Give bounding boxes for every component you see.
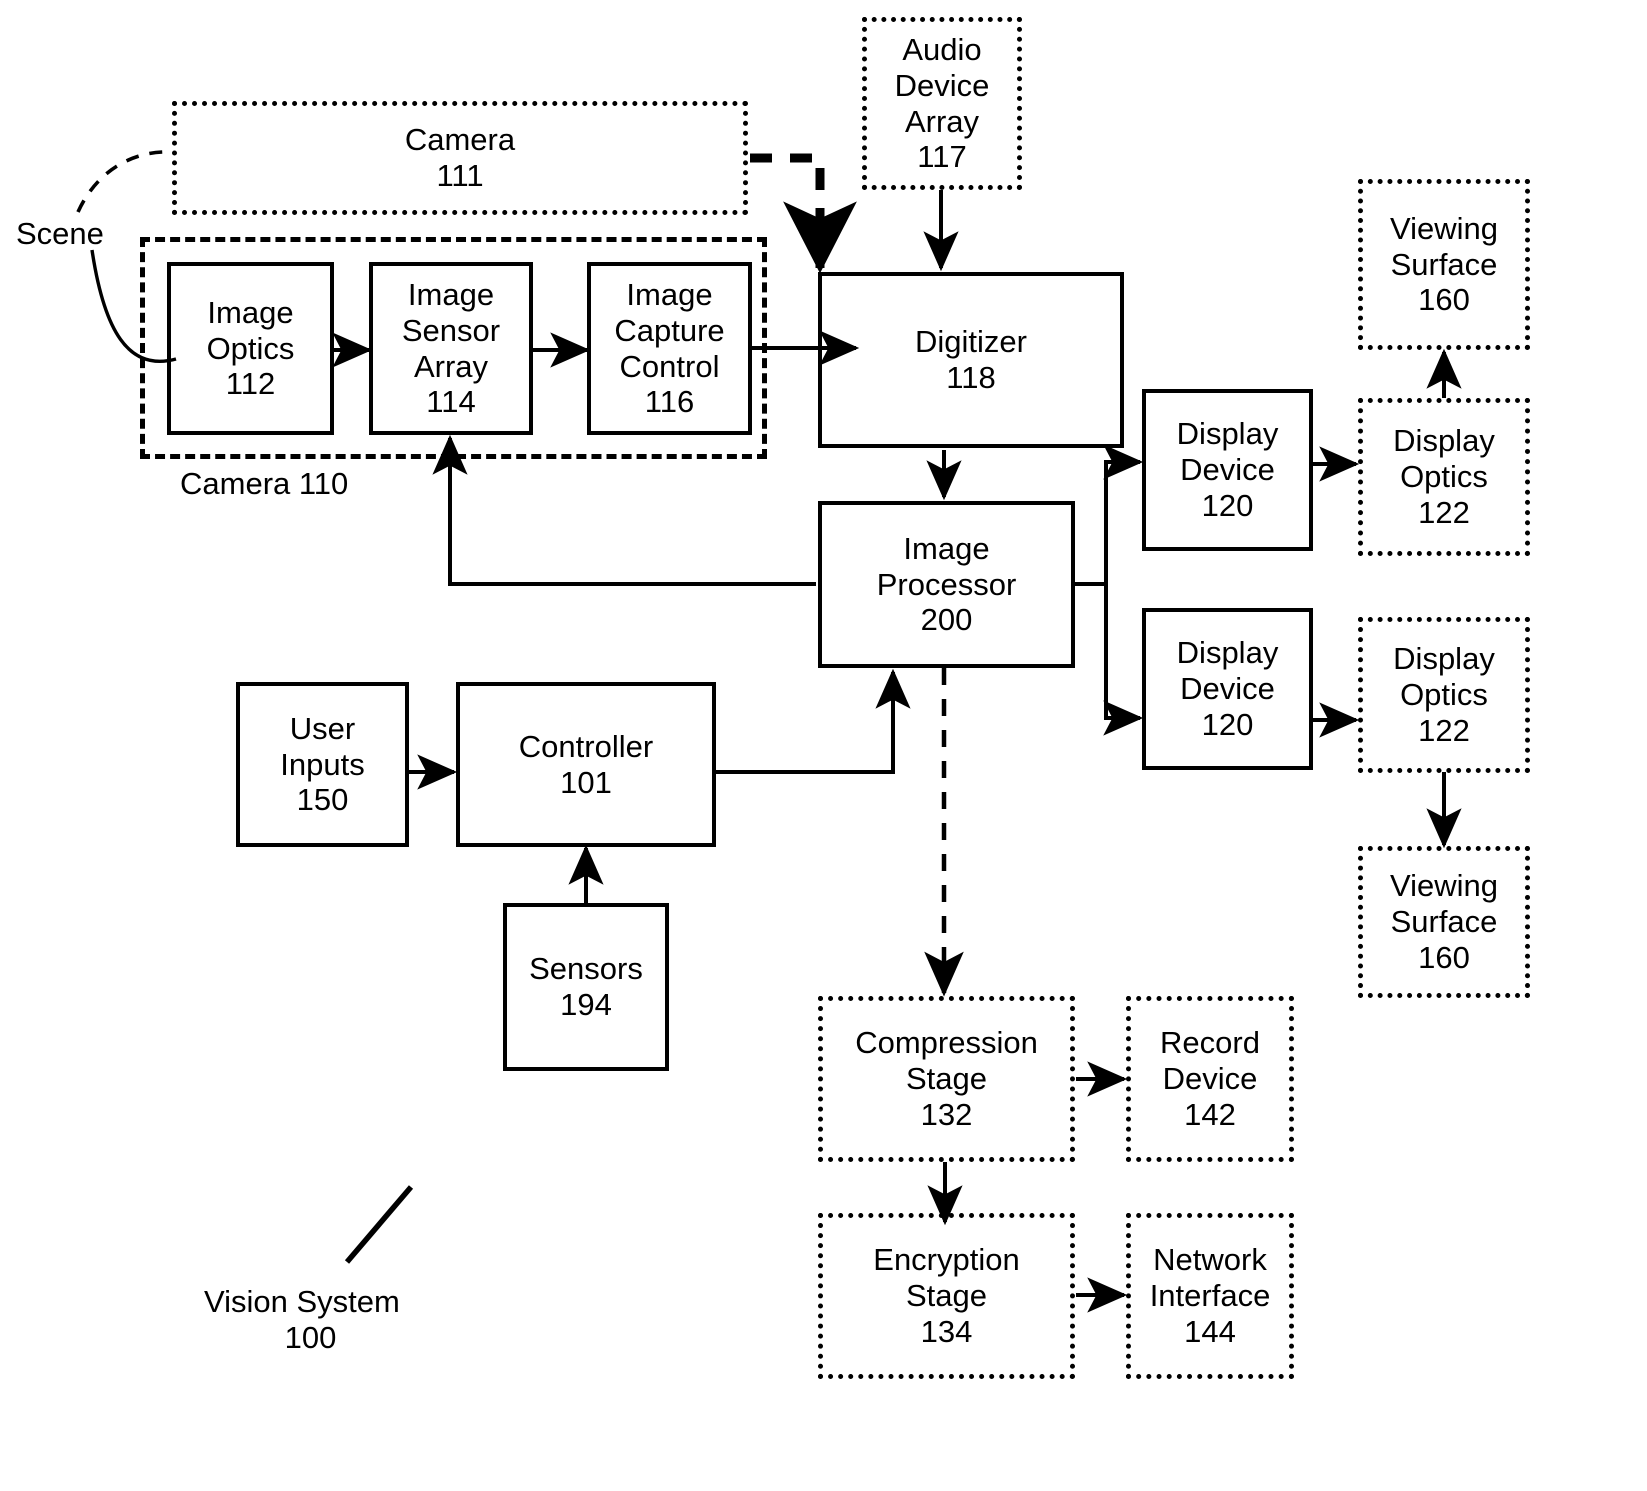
viewing-surface-top-line3: 160 [1418,282,1470,318]
sensors-194-line2: 194 [560,987,612,1022]
node-image-optics-112[interactable]: Image Optics 112 [167,262,334,435]
node-digitizer-118[interactable]: Digitizer 118 [818,272,1124,448]
node-record-device-142[interactable]: Record Device 142 [1126,996,1294,1162]
image-sensor-114-line1: Image [407,276,495,312]
display-device-bottom-line1: Display [1176,635,1279,671]
image-sensor-114-line3: Array [413,348,489,384]
node-compression-stage-132[interactable]: Compression Stage 132 [818,996,1075,1162]
image-optics-112-line2: Optics [206,330,295,366]
node-viewing-surface-160-bottom[interactable]: Viewing Surface 160 [1358,846,1530,998]
record-142-line1: Record [1160,1025,1260,1061]
node-display-device-120-bottom[interactable]: Display Device 120 [1142,608,1313,770]
camera-111-label-line2: 111 [436,158,484,193]
encryption-134-line3: 134 [920,1313,973,1349]
image-sensor-114-line2: Sensor [401,312,501,348]
controller-101-line1: Controller [518,728,654,764]
node-network-interface-144[interactable]: Network Interface 144 [1126,1213,1294,1379]
image-sensor-114-line4: 114 [426,384,476,420]
network-144-line3: 144 [1184,1313,1236,1349]
image-optics-112-line1: Image [207,294,294,330]
label-scene: Scene [16,216,104,251]
compression-132-line2: Stage [905,1061,987,1097]
vision-system-leader-line [344,1185,414,1264]
node-encryption-stage-134[interactable]: Encryption Stage 134 [818,1213,1075,1379]
record-142-line2: Device [1162,1061,1258,1097]
display-optics-bottom-line3: 122 [1418,712,1470,748]
wire-processor-to-display-device-top [1075,444,1144,586]
display-optics-top-line3: 122 [1418,494,1470,530]
node-controller-101[interactable]: Controller 101 [456,682,716,847]
viewing-surface-bottom-line1: Viewing [1389,868,1498,904]
encryption-134-line2: Stage [905,1278,987,1314]
node-sensors-194[interactable]: Sensors 194 [503,903,669,1071]
user-inputs-150-line2: Inputs [280,746,365,782]
display-device-bottom-line2: Device [1180,671,1275,707]
image-processor-200-line3: 200 [920,602,973,638]
controller-101-line2: 101 [560,764,612,800]
display-optics-top-line2: Optics [1400,459,1488,495]
user-inputs-150-line1: User [289,710,356,746]
network-144-line1: Network [1153,1242,1267,1278]
record-142-line3: 142 [1184,1096,1236,1132]
encryption-134-line1: Encryption [873,1242,1020,1278]
figure-canvas: Camera 111 Audio Device Array 117 Image … [0,0,1647,1491]
node-image-processor-200[interactable]: Image Processor 200 [818,501,1075,668]
display-device-top-line1: Display [1176,416,1279,452]
digitizer-118-line2: 118 [946,360,996,395]
image-optics-112-line3: 112 [225,366,276,402]
wire-controller-to-processor [716,668,911,774]
audio-117-line2: Device [894,67,990,103]
node-display-optics-122-top[interactable]: Display Optics 122 [1358,398,1530,556]
viewing-surface-top-line2: Surface [1390,246,1498,282]
image-processor-200-line2: Processor [876,566,1017,602]
node-user-inputs-150[interactable]: User Inputs 150 [236,682,409,847]
node-viewing-surface-160-top[interactable]: Viewing Surface 160 [1358,179,1530,350]
node-image-sensor-array-114[interactable]: Image Sensor Array 114 [369,262,533,435]
node-display-device-120-top[interactable]: Display Device 120 [1142,389,1313,551]
image-processor-200-line1: Image [903,530,990,566]
image-capture-116-line1: Image [626,276,713,312]
node-camera-111[interactable]: Camera 111 [172,101,748,215]
display-optics-bottom-line1: Display [1393,641,1495,677]
display-device-top-line2: Device [1180,452,1275,488]
wire-processor-to-sensor-feedback [432,434,816,586]
viewing-surface-bottom-line3: 160 [1418,939,1470,975]
wire-processor-to-display-device-bottom [1103,584,1144,736]
digitizer-118-line1: Digitizer [915,324,1027,360]
user-inputs-150-line3: 150 [296,782,349,818]
scene-to-camera111-leader [76,150,173,213]
label-camera-110-group: Camera 110 [180,466,349,501]
label-vision-system-line1: Vision System [204,1284,400,1319]
display-device-top-line3: 120 [1201,487,1254,523]
sensors-194-line1: Sensors [529,951,643,987]
image-capture-116-line2: Capture [614,312,725,348]
viewing-surface-bottom-line2: Surface [1390,904,1498,940]
image-capture-116-line3: Control [619,348,720,384]
label-vision-system-line2: 100 [284,1320,337,1355]
node-audio-device-array-117[interactable]: Audio Device Array 117 [862,17,1022,190]
display-optics-top-line1: Display [1393,423,1495,459]
audio-117-line1: Audio [902,31,982,67]
image-capture-116-line4: 116 [644,384,695,420]
audio-117-line3: Array [904,103,980,139]
node-display-optics-122-bottom[interactable]: Display Optics 122 [1358,617,1530,773]
display-device-bottom-line3: 120 [1201,706,1254,742]
viewing-surface-top-line1: Viewing [1389,210,1498,246]
compression-132-line1: Compression [855,1025,1038,1061]
compression-132-line3: 132 [920,1096,973,1132]
camera-111-label-line1: Camera [404,122,516,158]
display-optics-bottom-line2: Optics [1400,677,1488,713]
node-image-capture-control-116[interactable]: Image Capture Control 116 [587,262,752,435]
audio-117-line4: 117 [917,139,967,175]
network-144-line2: Interface [1149,1278,1271,1314]
